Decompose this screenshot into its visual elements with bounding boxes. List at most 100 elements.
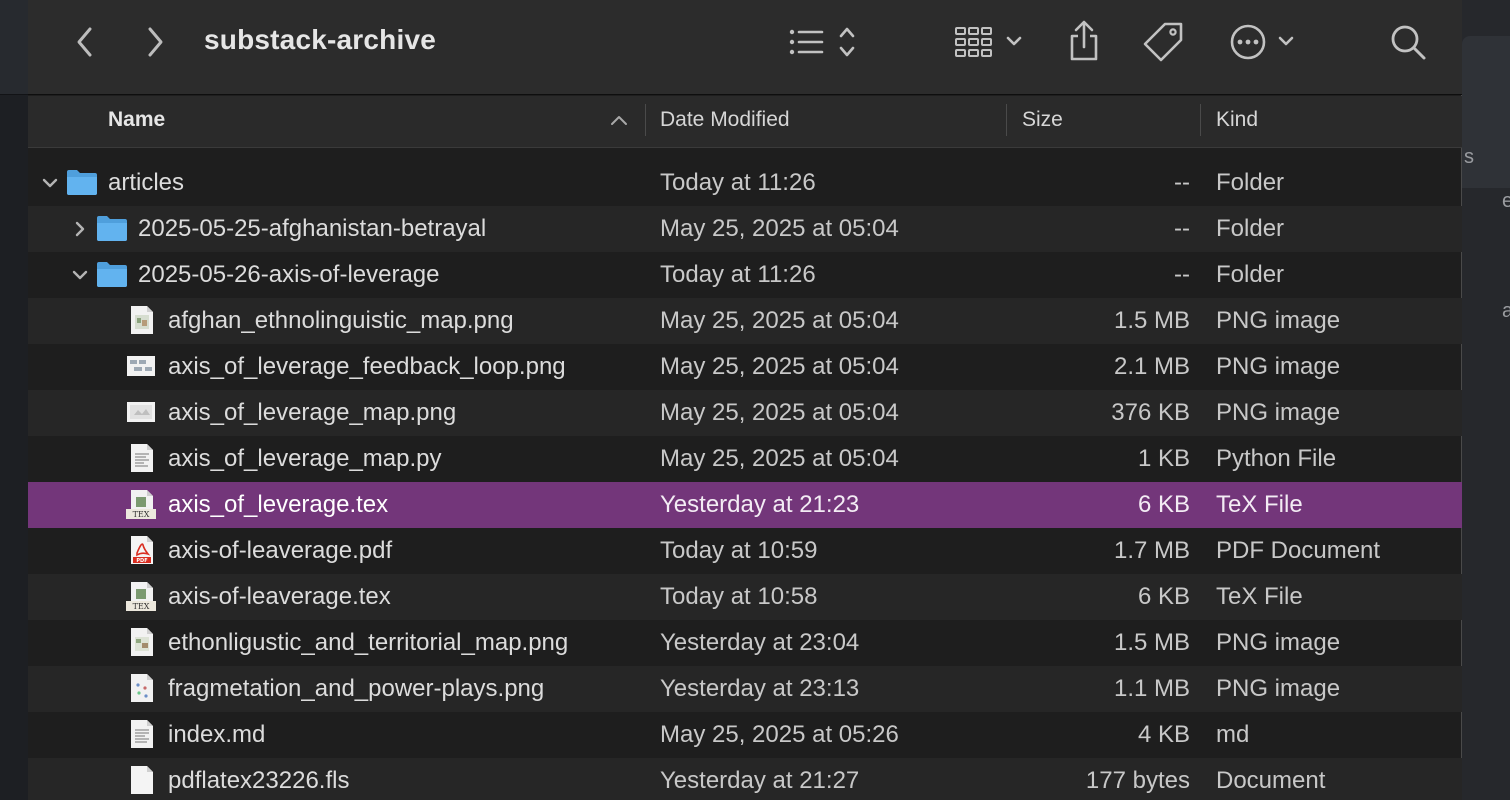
file-name: axis_of_leverage.tex — [168, 491, 389, 518]
chevron-right-icon — [148, 27, 163, 57]
file-kind: md — [1216, 721, 1250, 748]
share-icon — [1070, 20, 1098, 61]
list-item-file[interactable]: TEX axis-of-leaverage.tex Today at 10:58… — [28, 574, 1462, 620]
sort-ascending-icon[interactable] — [610, 114, 628, 126]
column-header: Name Date Modified Size Kind — [28, 96, 1462, 148]
group-button[interactable] — [952, 22, 1028, 62]
folder-icon — [67, 170, 97, 195]
file-size: 6 KB — [1137, 491, 1190, 518]
file-kind: Document — [1216, 767, 1326, 794]
file-size: 1.5 MB — [1113, 307, 1190, 334]
list-item-file[interactable]: axis_of_leverage_map.py May 25, 2025 at … — [28, 436, 1462, 482]
tag-button[interactable] — [1140, 20, 1186, 64]
finder-window: substack-archive Name Date Modified Size… — [28, 0, 1462, 800]
back-button[interactable] — [68, 24, 102, 60]
file-kind: PNG image — [1216, 353, 1341, 380]
file-size: 1.5 MB — [1113, 629, 1190, 656]
file-date: May 25, 2025 at 05:04 — [660, 445, 899, 472]
file-kind: Python File — [1216, 445, 1337, 472]
file-size: 4 KB — [1137, 721, 1190, 748]
list-view-icon — [789, 27, 855, 57]
file-date: May 25, 2025 at 05:04 — [660, 215, 899, 242]
file-name: afghan_ethnolinguistic_map.png — [168, 307, 514, 334]
pdf-file-icon: PDF — [131, 536, 153, 564]
column-size-header[interactable]: Size — [1022, 96, 1063, 148]
file-size: 1 KB — [1137, 445, 1190, 472]
disclosure-expanded-icon[interactable] — [40, 173, 60, 193]
file-size: 177 bytes — [1085, 767, 1190, 794]
list-item-folder[interactable]: 2025-05-25-afghanistan-betrayal May 25, … — [28, 206, 1462, 252]
tex-file-icon: TEX — [126, 582, 156, 611]
file-date: May 25, 2025 at 05:26 — [660, 721, 899, 748]
column-divider[interactable] — [645, 104, 646, 136]
more-actions-button[interactable] — [1228, 20, 1300, 64]
file-name: axis_of_leverage_feedback_loop.png — [168, 353, 566, 380]
column-divider[interactable] — [1006, 104, 1007, 136]
file-kind: PNG image — [1216, 629, 1341, 656]
column-date-header[interactable]: Date Modified — [660, 96, 790, 148]
file-date: May 25, 2025 at 05:04 — [660, 307, 899, 334]
list-item-file[interactable]: index.md May 25, 2025 at 05:26 4 KB md — [28, 712, 1462, 758]
column-divider[interactable] — [1200, 104, 1201, 136]
search-button[interactable] — [1386, 20, 1430, 64]
view-options-button[interactable] — [784, 22, 864, 62]
list-item-file[interactable]: axis_of_leverage_feedback_loop.png May 2… — [28, 344, 1462, 390]
search-icon — [1391, 25, 1426, 60]
file-kind: PNG image — [1216, 307, 1341, 334]
svg-text:PDF: PDF — [136, 558, 147, 564]
file-name: index.md — [168, 721, 266, 748]
file-name: ethonligustic_and_territorial_map.png — [168, 629, 569, 656]
file-date: Today at 10:59 — [660, 537, 818, 564]
ellipsis-circle-icon — [1230, 24, 1294, 60]
tag-icon — [1143, 22, 1183, 62]
list-item-file[interactable]: fragmetation_and_power-plays.png Yesterd… — [28, 666, 1462, 712]
list-item-folder[interactable]: articles Today at 11:26 -- Folder — [28, 160, 1462, 206]
file-date: Today at 11:26 — [660, 261, 816, 288]
file-date: May 25, 2025 at 05:04 — [660, 353, 899, 380]
file-size: 2.1 MB — [1113, 353, 1190, 380]
toolbar: substack-archive — [28, 0, 1462, 95]
window-title: substack-archive — [204, 24, 436, 55]
background-window-right: s e a — [1462, 0, 1510, 800]
png-image-icon — [131, 628, 153, 656]
file-list: articles Today at 11:26 -- Folder 2025-0… — [28, 160, 1462, 800]
python-file-icon — [131, 444, 153, 472]
markdown-file-icon — [131, 720, 153, 748]
background-fragment: s — [1464, 146, 1474, 168]
file-date: May 25, 2025 at 05:04 — [660, 399, 899, 426]
background-fragment: e — [1502, 190, 1510, 212]
column-kind-header[interactable]: Kind — [1216, 96, 1258, 148]
file-date: Today at 11:26 — [660, 169, 816, 196]
file-name: axis_of_leverage_map.png — [168, 399, 457, 426]
chevron-left-icon — [77, 27, 92, 57]
png-image-icon — [131, 306, 153, 334]
document-icon — [131, 766, 153, 794]
svg-text:TEX: TEX — [133, 510, 150, 519]
list-item-file[interactable]: PDF axis-of-leaverage.pdf Today at 10:59… — [28, 528, 1462, 574]
file-date: Yesterday at 23:13 — [660, 675, 860, 702]
list-item-file[interactable]: axis_of_leverage_map.png May 25, 2025 at… — [28, 390, 1462, 436]
list-item-file[interactable]: pdflatex23226.fls Yesterday at 21:27 177… — [28, 758, 1462, 800]
file-kind: PDF Document — [1216, 537, 1381, 564]
file-name: fragmetation_and_power-plays.png — [168, 675, 545, 702]
file-kind: PNG image — [1216, 675, 1341, 702]
file-size: -- — [1174, 261, 1190, 288]
column-name-header[interactable]: Name — [108, 96, 165, 148]
list-item-file[interactable]: afghan_ethnolinguistic_map.png May 25, 2… — [28, 298, 1462, 344]
disclosure-expanded-icon[interactable] — [70, 265, 90, 285]
file-size: 376 KB — [1111, 399, 1190, 426]
forward-button[interactable] — [138, 24, 172, 60]
share-button[interactable] — [1064, 18, 1104, 64]
list-item-folder[interactable]: 2025-05-26-axis-of-leverage Today at 11:… — [28, 252, 1462, 298]
png-image-icon — [127, 356, 155, 376]
file-name: articles — [108, 169, 185, 196]
file-kind: Folder — [1216, 261, 1285, 288]
list-item-file[interactable]: ethonligustic_and_territorial_map.png Ye… — [28, 620, 1462, 666]
file-kind: TeX File — [1216, 491, 1303, 518]
disclosure-collapsed-icon[interactable] — [70, 219, 90, 239]
file-name: 2025-05-26-axis-of-leverage — [138, 261, 440, 288]
file-date: Yesterday at 21:23 — [660, 491, 860, 518]
file-name: axis-of-leaverage.tex — [168, 583, 391, 610]
file-kind: Folder — [1216, 215, 1285, 242]
list-item-file-selected[interactable]: TEX axis_of_leverage.tex Yesterday at 21… — [28, 482, 1462, 528]
